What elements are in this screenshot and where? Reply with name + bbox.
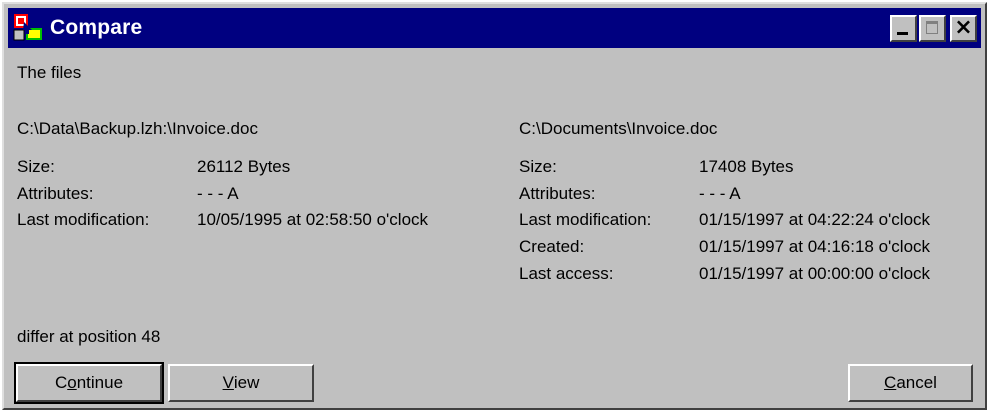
title-bar[interactable]: Compare × (8, 8, 981, 48)
cancel-label-accel: C (884, 373, 897, 392)
continue-button[interactable]: Co ntinue (14, 362, 164, 404)
right-access-label: Last access: (519, 264, 614, 283)
right-created-label: Created: (519, 237, 585, 256)
left-modified-value: 10/05/1995 at 02:58:50 o'clock (197, 210, 429, 229)
view-label-post: iew (233, 373, 260, 392)
right-attributes-value: - - - A (699, 184, 741, 203)
left-file-path: C:\Data\Backup.lzh:\Invoice.doc (17, 119, 258, 138)
minimize-button[interactable] (890, 14, 917, 42)
difference-result: differ at position 48 (17, 327, 161, 346)
right-modified-value: 01/15/1997 at 04:22:24 o'clock (699, 210, 931, 229)
intro-text: The files (17, 63, 82, 82)
continue-label-post: ntinue (76, 373, 124, 392)
right-created-value: 01/15/1997 at 04:16:18 o'clock (699, 237, 931, 256)
right-size-label: Size: (519, 157, 557, 176)
right-modified-label: Last modification: (519, 210, 652, 229)
right-attributes-label: Attributes: (519, 184, 596, 203)
right-access-value: 01/15/1997 at 00:00:00 o'clock (699, 264, 931, 283)
cancel-button[interactable]: Cancel (848, 364, 973, 402)
close-icon: × (954, 14, 973, 40)
left-size-value: 26112 Bytes (197, 157, 291, 176)
right-file-path: C:\Documents\Invoice.doc (519, 119, 718, 138)
left-attributes-label: Attributes: (17, 184, 94, 203)
left-attributes-value: - - - A (197, 184, 239, 203)
title-buttons: × (890, 14, 977, 42)
compare-dialog: Compare × The files C:\Data\Backup.lzh:\… (2, 2, 987, 410)
maximize-icon (926, 20, 938, 34)
left-size-label: Size: (17, 157, 55, 176)
close-button[interactable]: × (950, 14, 977, 42)
minimize-icon (897, 31, 908, 35)
continue-label-pre: C (54, 373, 68, 392)
right-size-value: 17408 Bytes (699, 157, 794, 176)
compare-app-icon (13, 14, 42, 41)
continue-label-accel: o (67, 373, 77, 392)
cancel-label-post: ancel (896, 373, 937, 392)
view-button[interactable]: View (168, 364, 314, 402)
view-label-accel: V (222, 373, 234, 392)
window-title: Compare (50, 16, 143, 39)
maximize-button[interactable] (919, 14, 946, 42)
left-modified-label: Last modification: (17, 210, 150, 229)
